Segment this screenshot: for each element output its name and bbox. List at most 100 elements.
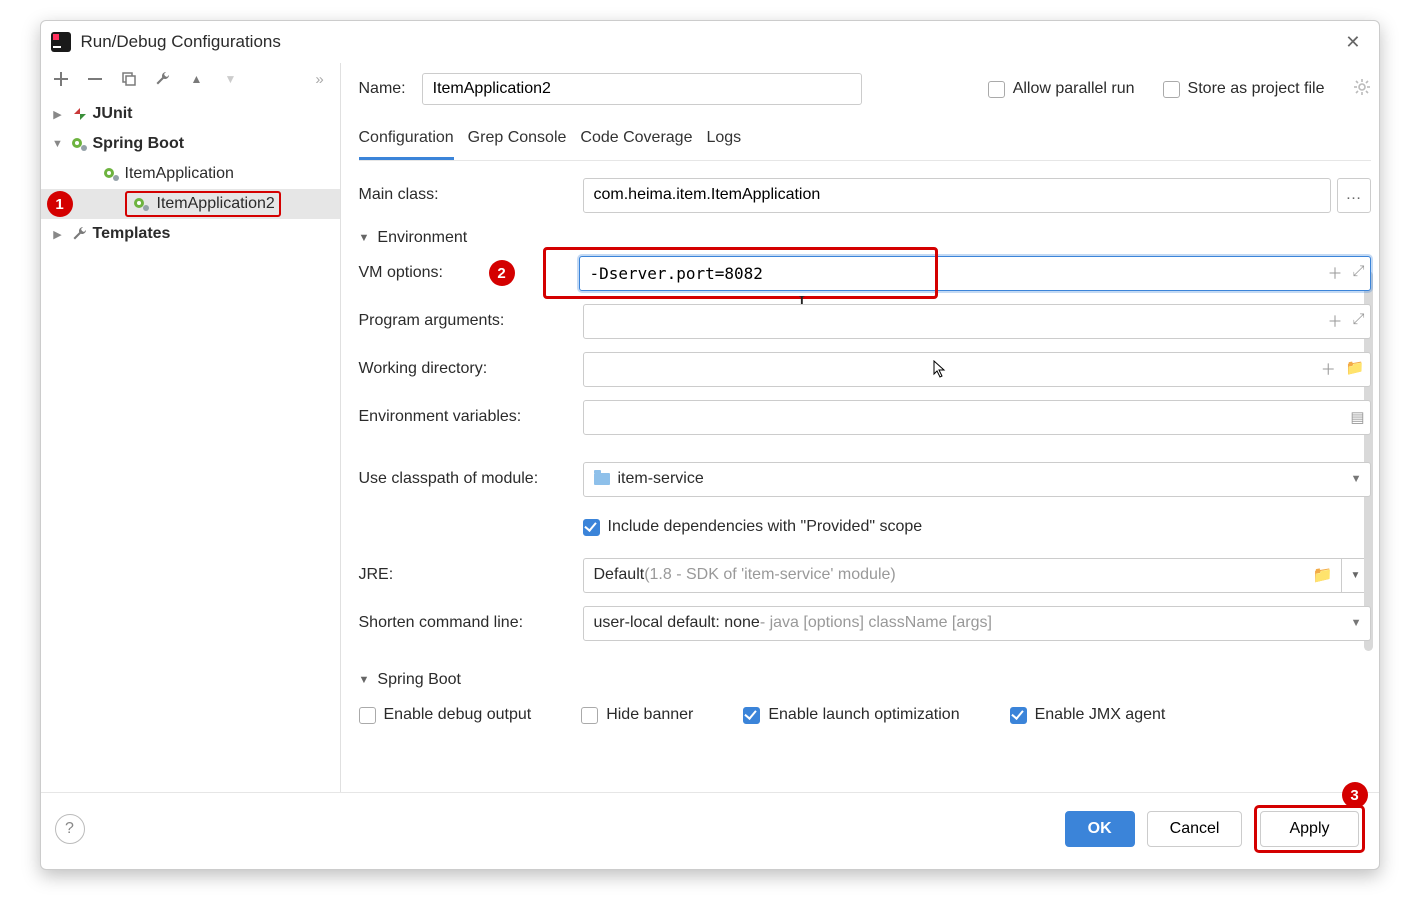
springboot-icon (131, 195, 153, 213)
config-tree: ▶ JUnit ▼ Spring Boot ItemApplication 1 (41, 95, 340, 253)
tree-label: JUnit (91, 105, 133, 123)
remove-icon[interactable] (87, 71, 103, 87)
name-input[interactable] (422, 73, 862, 105)
header-row: Name: Allow parallel run Store as projec… (359, 63, 1371, 123)
name-label: Name: (359, 80, 406, 98)
close-icon[interactable]: ✕ (1339, 30, 1366, 55)
titlebar: Run/Debug Configurations ✕ (41, 21, 1379, 63)
working-dir-input[interactable] (583, 352, 1371, 387)
store-project-file-checkbox[interactable]: Store as project file (1163, 80, 1325, 98)
browse-button[interactable]: … (1337, 178, 1371, 213)
row-working-directory: Working directory: ＋ 📁 (359, 345, 1371, 393)
tree-node-templates[interactable]: ▶ Templates (41, 219, 340, 249)
tree-label: Spring Boot (91, 135, 185, 153)
row-vm-options: VM options: 2 ＋ ⤢ I (359, 249, 1371, 297)
jre-select[interactable]: Default (1.8 - SDK of 'item-service' mod… (583, 558, 1341, 593)
wrench-icon[interactable] (155, 71, 171, 87)
expand-icon[interactable]: ⤢ (1352, 263, 1364, 284)
wrench-icon (69, 225, 91, 243)
checkbox-icon (359, 707, 376, 724)
chevron-down-icon[interactable]: ▼ (47, 138, 69, 150)
checkbox-icon (1010, 707, 1027, 724)
tree-node-junit[interactable]: ▶ JUnit (41, 99, 340, 129)
row-springboot-opts: Enable debug output Hide banner Enable l… (359, 691, 1371, 739)
tree-node-itemapplication[interactable]: ItemApplication (41, 159, 340, 189)
run-debug-dialog: Run/Debug Configurations ✕ ▲ ▼ » ▶ JUnit (40, 20, 1380, 870)
window-title: Run/Debug Configurations (81, 32, 1340, 52)
help-button[interactable]: ? (55, 814, 85, 844)
program-args-label: Program arguments: (359, 312, 569, 330)
jre-detail-text: (1.8 - SDK of 'item-service' module) (644, 566, 896, 584)
config-form: Main class: … ▼ Environment VM options: … (359, 161, 1371, 749)
row-jre: JRE: Default (1.8 - SDK of 'item-service… (359, 551, 1371, 599)
tabs: Configuration Grep Console Code Coverage… (359, 123, 1371, 161)
vm-options-label: VM options: (359, 264, 569, 282)
classpath-label: Use classpath of module: (359, 470, 569, 488)
hide-banner-checkbox[interactable]: Hide banner (581, 706, 693, 724)
up-icon[interactable]: ▲ (189, 71, 205, 87)
program-args-input[interactable] (583, 304, 1371, 339)
folder-icon[interactable]: 📁 (1346, 359, 1365, 380)
checkbox-icon (581, 707, 598, 724)
tree-node-itemapplication2[interactable]: 1 ItemApplication2 (41, 189, 340, 219)
chevron-right-icon[interactable]: ▶ (47, 228, 69, 241)
section-label: Environment (377, 229, 467, 247)
springboot-icon (101, 165, 123, 183)
springboot-icon (69, 135, 91, 153)
include-provided-checkbox[interactable]: Include dependencies with "Provided" sco… (583, 518, 923, 536)
chevron-down-icon: ▼ (1351, 473, 1362, 485)
enable-jmx-checkbox[interactable]: Enable JMX agent (1010, 706, 1166, 724)
ok-button[interactable]: OK (1065, 811, 1135, 847)
main-class-input[interactable] (583, 178, 1331, 213)
tree-label: Templates (91, 225, 171, 243)
env-vars-input[interactable] (583, 400, 1371, 435)
tab-logs[interactable]: Logs (706, 123, 741, 160)
classpath-value: item-service (618, 470, 704, 488)
expand-icon[interactable]: » (312, 71, 328, 87)
add-icon[interactable]: ＋ (1327, 263, 1342, 284)
row-include-provided: Include dependencies with "Provided" sco… (359, 503, 1371, 551)
vm-options-input[interactable] (579, 256, 1371, 291)
checkbox-label: Allow parallel run (1013, 80, 1135, 98)
down-icon[interactable]: ▼ (223, 71, 239, 87)
row-shorten-cmd: Shorten command line: user-local default… (359, 599, 1371, 647)
shorten-cmd-select[interactable]: user-local default: none - java [options… (583, 606, 1371, 641)
folder-icon[interactable]: 📁 (1313, 565, 1333, 585)
jre-label: JRE: (359, 566, 569, 584)
row-main-class: Main class: … (359, 171, 1371, 219)
tree-node-springboot[interactable]: ▼ Spring Boot (41, 129, 340, 159)
checkbox-icon (988, 81, 1005, 98)
copy-icon[interactable] (121, 71, 137, 87)
chevron-right-icon[interactable]: ▶ (47, 108, 69, 121)
apply-button[interactable]: Apply (1260, 811, 1358, 847)
expand-icon[interactable]: ⤢ (1352, 311, 1364, 332)
section-environment[interactable]: ▼ Environment (359, 219, 1371, 249)
tab-configuration[interactable]: Configuration (359, 123, 454, 160)
list-icon[interactable]: ▤ (1350, 408, 1364, 426)
classpath-select[interactable]: item-service ▼ (583, 462, 1371, 497)
main-class-label: Main class: (359, 186, 569, 204)
add-icon[interactable] (53, 71, 69, 87)
tree-label: ItemApplication2 (155, 195, 275, 213)
shorten-value: user-local default: none (594, 614, 760, 632)
checkbox-icon (583, 519, 600, 536)
cancel-button[interactable]: Cancel (1147, 811, 1243, 847)
env-vars-label: Environment variables: (359, 408, 569, 426)
enable-launch-opt-checkbox[interactable]: Enable launch optimization (743, 706, 959, 724)
intellij-icon (51, 32, 71, 52)
gear-icon[interactable] (1353, 78, 1371, 100)
checkbox-label: Enable debug output (384, 706, 532, 724)
section-springboot[interactable]: ▼ Spring Boot (359, 661, 1371, 691)
chevron-down-icon: ▼ (359, 232, 370, 244)
allow-parallel-checkbox[interactable]: Allow parallel run (988, 80, 1135, 98)
add-icon[interactable]: ＋ (1321, 359, 1336, 380)
add-icon[interactable]: ＋ (1327, 311, 1342, 332)
tab-code-coverage[interactable]: Code Coverage (580, 123, 692, 160)
tab-grep-console[interactable]: Grep Console (468, 123, 567, 160)
checkbox-label: Enable JMX agent (1035, 706, 1166, 724)
enable-debug-checkbox[interactable]: Enable debug output (359, 706, 532, 724)
shorten-detail: - java [options] className [args] (760, 614, 992, 632)
mouse-cursor-icon (933, 360, 947, 381)
shorten-cmd-label: Shorten command line: (359, 614, 569, 632)
checkbox-icon (743, 707, 760, 724)
